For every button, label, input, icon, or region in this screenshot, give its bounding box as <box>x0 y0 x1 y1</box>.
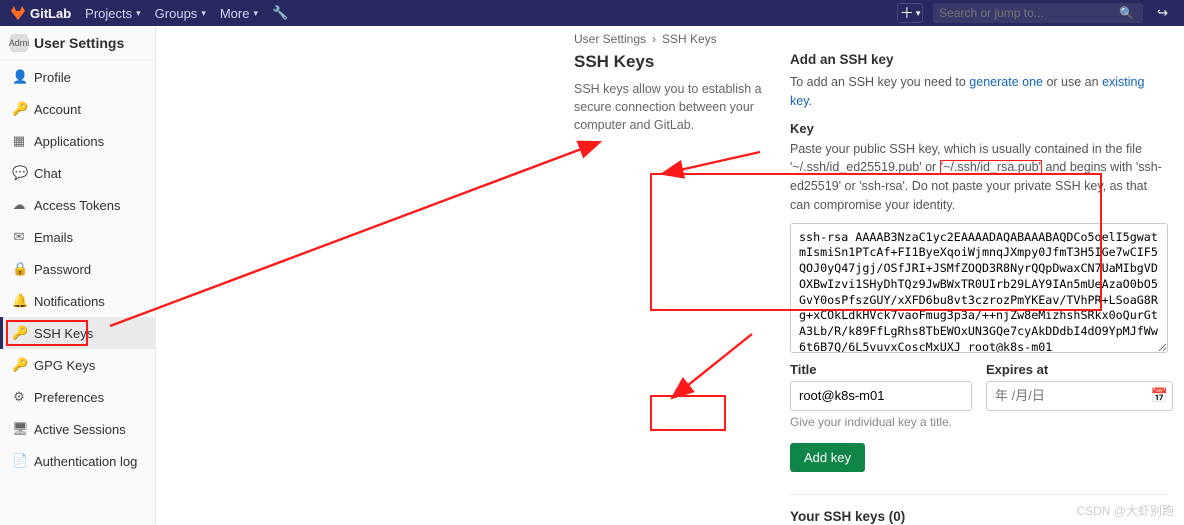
avatar: Admi <box>10 34 28 52</box>
sidebar-item-label: Profile <box>34 70 71 85</box>
chevron-down-icon: ▾ <box>253 8 258 19</box>
sidebar-icon: 👤 <box>12 69 26 85</box>
your-keys-heading: Your SSH keys (0) <box>790 509 1168 524</box>
admin-wrench-icon[interactable]: 🔧 <box>272 5 288 21</box>
sidebar-item-label: Preferences <box>34 390 104 405</box>
title-label: Title <box>790 362 972 377</box>
sidebar-icon: ▦ <box>12 133 26 149</box>
sidebar-item-label: Notifications <box>34 294 105 309</box>
sidebar-icon: 🔑 <box>12 101 26 117</box>
sidebar-icon: 🔑 <box>12 325 26 341</box>
add-key-help: To add an SSH key you need to generate o… <box>790 73 1168 111</box>
sidebar-item-label: Authentication log <box>34 454 137 469</box>
rsa-path-highlight: '~/.ssh/id_rsa.pub' <box>940 160 1042 174</box>
topnav-groups[interactable]: Groups▾ <box>155 6 206 21</box>
page-title: SSH Keys <box>574 52 778 72</box>
sidebar-item-gpg-keys[interactable]: 🔑 GPG Keys <box>0 349 155 381</box>
sidebar-item-chat[interactable]: 💬 Chat <box>0 157 155 189</box>
sidebar-title: User Settings <box>34 35 124 51</box>
chevron-down-icon: ▾ <box>201 8 206 19</box>
breadcrumb-root[interactable]: User Settings <box>574 32 646 46</box>
page-desc: SSH keys allow you to establish a secure… <box>574 80 778 134</box>
sidebar-icon: 🔑 <box>12 357 26 373</box>
sidebar-item-label: Chat <box>34 166 61 181</box>
title-hint: Give your individual key a title. <box>790 415 972 429</box>
sidebar-icon: 🔔 <box>12 293 26 309</box>
sidebar-item-label: Account <box>34 102 81 117</box>
breadcrumb: User Settings › SSH Keys <box>574 26 1184 52</box>
search-icon: 🔍 <box>1119 6 1134 20</box>
title-input[interactable] <box>790 381 972 411</box>
sidebar-item-label: Password <box>34 262 91 277</box>
sidebar-icon: 📄 <box>12 453 26 469</box>
sidebar-item-account[interactable]: 🔑 Account <box>0 93 155 125</box>
key-help: Paste your public SSH key, which is usua… <box>790 140 1168 215</box>
key-textarea[interactable] <box>790 223 1168 353</box>
key-label: Key <box>790 121 1168 136</box>
calendar-icon[interactable]: 📅 <box>1151 387 1168 404</box>
sidebar-item-applications[interactable]: ▦ Applications <box>0 125 155 157</box>
sidebar-item-label: Emails <box>34 230 73 245</box>
sidebar-item-password[interactable]: 🔒 Password <box>0 253 155 285</box>
sidebar-icon: 💬 <box>12 165 26 181</box>
brand-logo[interactable]: GitLab <box>10 5 71 21</box>
sidebar-icon: ⚙ <box>12 389 26 405</box>
sidebar-icon: ☁ <box>12 197 26 213</box>
add-key-heading: Add an SSH key <box>790 52 1168 67</box>
sidebar-item-profile[interactable]: 👤 Profile <box>0 61 155 93</box>
main-content: User Settings › SSH Keys SSH Keys SSH ke… <box>156 26 1184 525</box>
sidebar-item-notifications[interactable]: 🔔 Notifications <box>0 285 155 317</box>
search-box[interactable]: 🔍 <box>933 3 1143 23</box>
brand-text: GitLab <box>30 6 71 21</box>
add-key-button[interactable]: Add key <box>790 443 865 472</box>
sidebar-item-label: SSH Keys <box>34 326 93 341</box>
sidebar-icon: 🔒 <box>12 261 26 277</box>
sidebar-icon: 🖥 <box>12 421 26 437</box>
sidebar-item-authentication-log[interactable]: 📄 Authentication log <box>0 445 155 477</box>
todos-icon[interactable]: ↪ <box>1157 5 1168 21</box>
search-input[interactable] <box>939 6 1119 20</box>
sidebar-item-preferences[interactable]: ⚙ Preferences <box>0 381 155 413</box>
sidebar-item-emails[interactable]: ✉ Emails <box>0 221 155 253</box>
expires-input[interactable] <box>986 381 1173 411</box>
chevron-down-icon: ▾ <box>136 8 141 19</box>
topnav-projects[interactable]: Projects▾ <box>85 6 141 21</box>
sidebar-item-label: Applications <box>34 134 104 149</box>
sidebar-item-active-sessions[interactable]: 🖥 Active Sessions <box>0 413 155 445</box>
sidebar: Admi User Settings 👤 Profile 🔑 Account ▦ Appl… <box>0 26 156 525</box>
sidebar-item-access-tokens[interactable]: ☁ Access Tokens <box>0 189 155 221</box>
generate-one-link[interactable]: generate one <box>969 75 1043 89</box>
topnav-more[interactable]: More▾ <box>220 6 258 21</box>
sidebar-item-label: GPG Keys <box>34 358 95 373</box>
sidebar-item-ssh-keys[interactable]: 🔑 SSH Keys <box>0 317 155 349</box>
sidebar-icon: ✉ <box>12 229 26 245</box>
new-plus-button[interactable]: ＋▾ <box>897 3 923 23</box>
breadcrumb-current: SSH Keys <box>662 32 717 46</box>
expires-label: Expires at <box>986 362 1168 377</box>
sidebar-item-label: Active Sessions <box>34 422 126 437</box>
sidebar-item-label: Access Tokens <box>34 198 120 213</box>
